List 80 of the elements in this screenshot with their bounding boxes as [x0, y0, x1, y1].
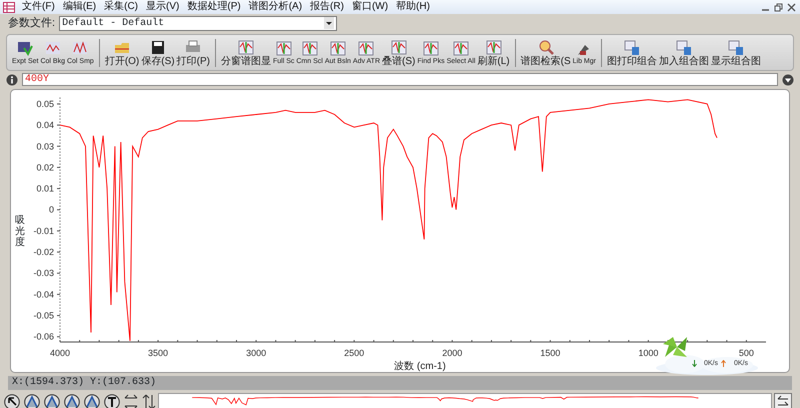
x-tick-label: 1500 — [540, 348, 560, 358]
app-icon — [3, 2, 15, 12]
info-icon[interactable] — [6, 74, 18, 86]
toolbar-button[interactable]: 分窗谱图显 — [220, 38, 272, 66]
x-tick-label: 500 — [738, 348, 754, 358]
menu-item[interactable]: 文件(F) — [18, 0, 59, 14]
toolbar-button[interactable]: 刷新(L) — [476, 38, 511, 66]
toolbar-button[interactable]: 显示组合图 — [710, 38, 762, 66]
menu-item[interactable]: 窗口(W) — [348, 0, 392, 14]
menu-item[interactable]: 帮助(H) — [392, 0, 434, 14]
text-icon[interactable] — [104, 394, 120, 408]
pointer-icon[interactable] — [4, 394, 20, 408]
scroll-arrows-icon[interactable] — [774, 393, 792, 408]
y-tick-label: 0.05 — [36, 98, 54, 109]
x-tick-label: 3500 — [148, 348, 168, 358]
cursor-coordinates: X:(1594.373) Y:(107.633) — [8, 376, 792, 390]
spectrum-title-field[interactable]: 400Y — [22, 73, 778, 86]
y-tick-label: 0 — [48, 204, 54, 215]
y-tick-label: -0.05 — [33, 310, 54, 321]
y-tick-label: -0.02 — [33, 247, 54, 258]
spectrum-icon — [390, 38, 408, 56]
spectrum-icon — [300, 40, 319, 56]
spectrum-icon — [357, 40, 376, 56]
toolbar-button[interactable]: 图打印组合 — [606, 38, 658, 66]
restore-icon[interactable] — [774, 2, 783, 12]
x-tick-label: 2500 — [344, 348, 364, 358]
menu-item[interactable]: 显示(V) — [142, 0, 184, 14]
document-icon — [674, 38, 693, 56]
y-tick-label: -0.03 — [33, 268, 54, 278]
spectrum-icon — [236, 38, 255, 56]
overview-spectrum[interactable] — [158, 393, 772, 408]
y-tick-label: 0.01 — [36, 184, 54, 194]
download-arrow-icon — [692, 360, 697, 367]
x-tick-label: 1000 — [638, 348, 658, 358]
spectrum-icon — [328, 40, 347, 56]
menu-item[interactable]: 谱图分析(A) — [244, 0, 306, 14]
param-file-select[interactable]: Default - Default — [59, 16, 338, 31]
spectrum-icon — [452, 40, 470, 56]
spectrum-icon — [274, 40, 293, 56]
menu-item[interactable]: 编辑(E) — [58, 0, 100, 14]
menu-item[interactable]: 采集(C) — [100, 0, 142, 14]
document-icon — [622, 38, 641, 56]
x-tick-label: 2000 — [442, 348, 462, 358]
y-tick-label: -0.01 — [33, 226, 54, 236]
x-axis-label: 波数 (cm-1) — [394, 361, 446, 372]
y-tick-label: 0.03 — [36, 141, 54, 152]
toolbar-button[interactable]: 叠谱(S) — [381, 38, 416, 66]
peak-icon[interactable] — [84, 394, 100, 408]
close-icon[interactable] — [787, 2, 796, 12]
param-file-label: 参数文件: — [8, 16, 56, 32]
dropdown-icon[interactable] — [324, 17, 334, 29]
peak-icon[interactable] — [44, 394, 60, 408]
search-icon — [536, 38, 555, 56]
toolbar-button[interactable]: 加入组合图 — [658, 38, 710, 66]
vertical-arrows-icon[interactable] — [142, 394, 156, 408]
y-tick-label: -0.04 — [33, 289, 54, 300]
upload-arrow-icon — [721, 360, 726, 367]
toolbar-button[interactable]: 谱图检索(S — [520, 38, 572, 66]
x-tick-label: 3000 — [246, 348, 266, 358]
y-axis-label: 吸光度 — [15, 214, 25, 248]
expand-arrows-icon[interactable] — [124, 394, 138, 408]
peak-icon[interactable] — [24, 394, 40, 408]
menu-item[interactable]: 数据处理(P) — [183, 0, 245, 14]
dropdown-icon[interactable] — [782, 74, 794, 86]
y-tick-label: -0.06 — [33, 332, 54, 342]
toolbar-button[interactable]: 打开(O) — [104, 38, 140, 66]
toolbar-button[interactable]: 保存(S) — [140, 38, 176, 66]
x-tick-label: 4000 — [50, 348, 70, 358]
y-tick-label: 0.04 — [36, 120, 54, 130]
menu-item[interactable]: 报告(R) — [306, 0, 348, 14]
param-file-value: Default - Default — [62, 17, 164, 30]
toolbar-button[interactable]: 打印(P) — [176, 38, 211, 66]
spectrum-icon — [484, 38, 502, 56]
peak-icon[interactable] — [64, 394, 80, 408]
spectrum-icon — [422, 40, 440, 56]
spectrum-icon — [44, 40, 62, 56]
document-icon — [726, 38, 745, 56]
settings-icon — [16, 40, 34, 56]
spectrum-icon — [71, 40, 90, 56]
y-tick-label: 0.02 — [36, 162, 54, 172]
